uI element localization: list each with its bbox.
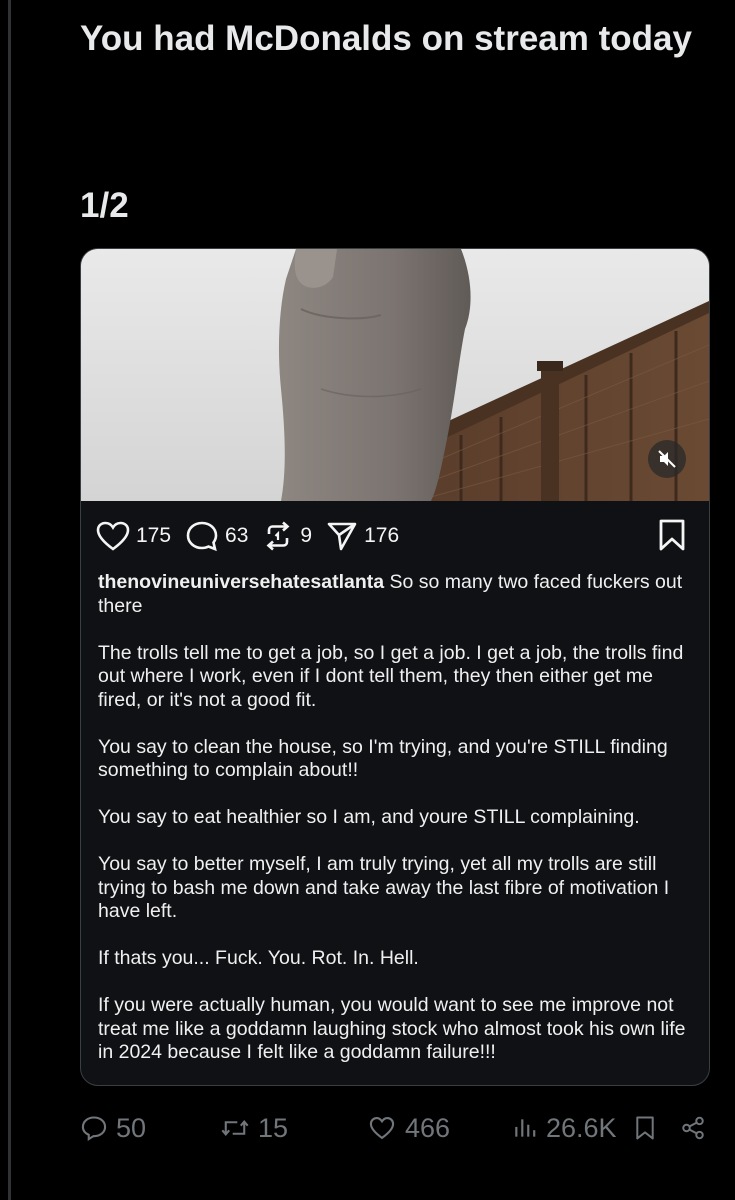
retweet-count: 15	[258, 1112, 289, 1143]
comment-action[interactable]: 63	[185, 520, 248, 552]
caption-username[interactable]: thenovineuniversehatesatlanta	[98, 571, 384, 593]
tweet-text: You had McDonalds on stream today	[80, 19, 692, 58]
post-action-row: 175 63 9 176	[96, 514, 413, 558]
like-count-footer: 466	[405, 1112, 451, 1143]
views-count: 26.6K	[546, 1112, 617, 1143]
caption-paragraph: You say to eat healthier so I am, and yo…	[98, 806, 640, 828]
like-action[interactable]: 175	[96, 521, 171, 551]
tweet-counter: 1/2	[80, 186, 129, 225]
bookmark-button[interactable]	[634, 1106, 664, 1150]
caption-paragraph: If thats you... Fuck. You. Rot. In. Hell…	[98, 947, 419, 969]
reply-icon	[81, 1116, 107, 1141]
send-icon	[327, 522, 357, 551]
comment-bubble-icon	[186, 521, 218, 552]
reply-button[interactable]: 50	[80, 1106, 146, 1150]
like-button[interactable]: 466	[367, 1106, 450, 1150]
share-action[interactable]: 176	[326, 520, 399, 552]
retweet-icon	[221, 1120, 249, 1136]
heart-icon	[96, 521, 130, 551]
repost-icon	[266, 521, 290, 551]
caption-first-paragraph: thenovineuniversehatesatlanta So so many…	[98, 571, 698, 618]
repost-count: 9	[300, 524, 313, 547]
bookmark-icon	[659, 519, 685, 551]
bookmark-icon	[636, 1116, 654, 1140]
like-icon	[369, 1117, 395, 1140]
reply-count: 50	[116, 1112, 147, 1143]
speaker-muted-icon	[658, 450, 676, 468]
caption-paragraph: You say to better myself, I am truly try…	[98, 853, 670, 922]
like-count: 175	[136, 524, 172, 547]
fist-fence-image	[81, 249, 709, 501]
caption-area: thenovineuniversehatesatlanta So so many…	[82, 560, 706, 1082]
caption-paragraph: If you were actually human, you would wa…	[98, 994, 686, 1063]
mute-button[interactable]	[648, 440, 686, 478]
comment-count: 63	[225, 524, 249, 547]
post-caption: thenovineuniversehatesatlanta So so many…	[98, 571, 698, 1082]
caption-paragraph: You say to clean the house, so I'm tryin…	[98, 735, 668, 782]
thread-line	[8, 0, 11, 1200]
video-thumbnail[interactable]	[81, 249, 709, 501]
caption-paragraph: The trolls tell me to get a job, so I ge…	[98, 641, 684, 711]
retweet-button[interactable]: 15	[220, 1106, 288, 1150]
views-icon	[515, 1119, 536, 1137]
views-button[interactable]: 26.6K	[512, 1106, 617, 1150]
share-icon	[682, 1116, 704, 1140]
tweet-action-bar: 50 15 466 26.6K	[0, 1106, 735, 1150]
share-count: 176	[364, 524, 400, 547]
save-button[interactable]	[657, 518, 687, 557]
share-button[interactable]	[680, 1106, 714, 1150]
repost-action[interactable]: 9	[262, 520, 312, 552]
